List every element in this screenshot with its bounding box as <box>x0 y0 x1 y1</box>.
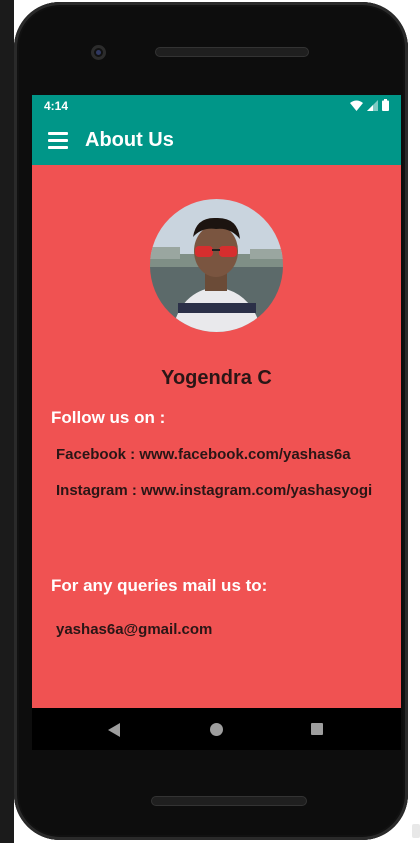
back-icon[interactable] <box>108 723 120 737</box>
earpiece-speaker <box>155 47 309 57</box>
profile-avatar <box>150 199 283 332</box>
wifi-icon <box>350 100 363 111</box>
status-bar: 4:14 <box>32 95 401 117</box>
facebook-link[interactable]: Facebook : www.facebook.com/yashas6a <box>56 446 351 463</box>
status-time: 4:14 <box>44 99 69 113</box>
hamburger-menu-icon[interactable] <box>48 132 70 150</box>
app-screen: 4:14 About Us Yogendra C Follow us on: … <box>32 95 401 708</box>
app-bar: About Us <box>32 117 401 165</box>
navigation-bar <box>32 708 401 750</box>
signal-icon <box>367 99 378 111</box>
email-link[interactable]: yashas6a@gmail.com <box>56 621 212 638</box>
home-icon[interactable] <box>210 723 223 736</box>
battery-icon <box>382 99 389 111</box>
app-title: About Us <box>85 129 174 151</box>
profile-name: Yogendra C <box>161 367 272 389</box>
follow-heading: Follow us on : <box>51 408 166 427</box>
status-icons <box>350 99 389 111</box>
recents-icon[interactable] <box>311 723 323 735</box>
instagram-link[interactable]: Instagram : www.instagram.com/yashasyogi <box>56 482 372 499</box>
queries-heading: For any queries mail us to: <box>51 576 268 595</box>
bottom-speaker <box>151 796 307 806</box>
side-handle <box>412 824 420 838</box>
front-camera-icon <box>91 45 106 60</box>
device-edge <box>0 0 14 843</box>
